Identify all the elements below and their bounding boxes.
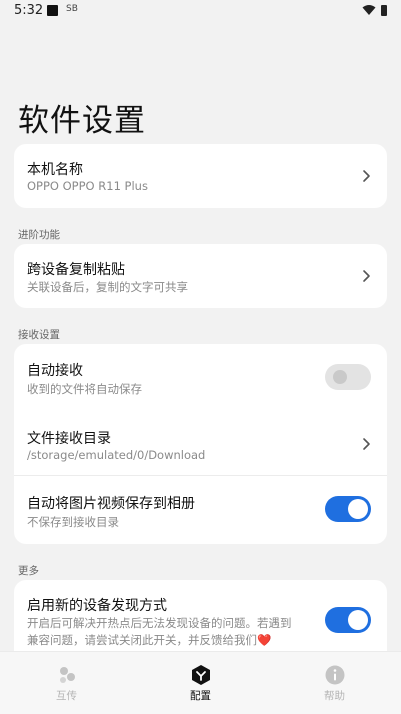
receive-directory-path: /storage/emulated/0/Download [27, 448, 206, 462]
save-album-toggle[interactable] [325, 496, 371, 522]
status-time: 5:32 [14, 3, 44, 18]
auto-receive-toggle[interactable] [325, 364, 371, 390]
device-name-card[interactable]: 本机名称 OPPO OPPO R11 Plus [14, 144, 387, 208]
nav-item-transfer[interactable]: 互传 [0, 652, 133, 714]
toggle-knob [333, 370, 347, 384]
wifi-icon [362, 5, 376, 15]
save-album-title: 自动将图片视频保存到相册 [27, 496, 195, 512]
page-title: 软件设置 [18, 103, 146, 139]
clipboard-subtitle: 关联设备后，复制的文字可共享 [27, 280, 188, 294]
save-album-subtitle: 不保存到接收目录 [27, 515, 119, 529]
nav-label-transfer: 互传 [56, 690, 77, 702]
info-icon [325, 665, 345, 685]
chevron-right-icon [363, 438, 370, 450]
clipboard-title: 跨设备复制粘贴 [27, 262, 125, 278]
save-album-row[interactable]: 自动将图片视频保存到相册 不保存到接收目录 [14, 476, 387, 544]
new-discovery-subtitle-line1: 开启后可解决开热点后无法发现设备的问题。若遇到 [27, 616, 292, 630]
new-discovery-toggle[interactable] [325, 607, 371, 633]
sim-icon: SB [66, 4, 78, 14]
section-label-advanced: 进阶功能 [18, 229, 60, 241]
bottom-nav: 互传 配置 帮助 [0, 651, 401, 714]
nav-item-help[interactable]: 帮助 [268, 652, 401, 714]
notification-icon [47, 5, 58, 16]
chevron-right-icon [363, 170, 370, 182]
nav-label-help: 帮助 [324, 690, 345, 702]
cube-icon [192, 665, 210, 685]
auto-receive-subtitle: 收到的文件将自动保存 [27, 382, 142, 396]
toggle-knob [348, 499, 368, 519]
status-bar: 5:32 SB [0, 0, 401, 24]
battery-icon [381, 5, 387, 16]
receive-directory-row[interactable]: 文件接收目录 /storage/emulated/0/Download [14, 410, 387, 476]
section-label-more: 更多 [18, 565, 39, 577]
clipboard-card[interactable]: 跨设备复制粘贴 关联设备后，复制的文字可共享 [14, 244, 387, 308]
new-discovery-title: 启用新的设备发现方式 [27, 598, 167, 614]
nav-item-config[interactable]: 配置 [134, 652, 267, 714]
section-label-receive: 接收设置 [18, 329, 60, 341]
device-name-title: 本机名称 [27, 162, 83, 178]
toggle-knob [348, 610, 368, 630]
new-discovery-subtitle-line2: 兼容问题，请尝试关闭此开关，并反馈给我们❤️ [27, 633, 272, 647]
dots-icon [60, 667, 75, 683]
nav-label-config: 配置 [190, 690, 211, 702]
receive-settings-card: 自动接收 收到的文件将自动保存 文件接收目录 /storage/emulated… [14, 344, 387, 544]
auto-receive-title: 自动接收 [27, 363, 83, 379]
chevron-right-icon [363, 270, 370, 282]
receive-directory-title: 文件接收目录 [27, 431, 111, 447]
auto-receive-row[interactable]: 自动接收 收到的文件将自动保存 [14, 344, 387, 410]
device-name-value: OPPO OPPO R11 Plus [27, 179, 148, 193]
